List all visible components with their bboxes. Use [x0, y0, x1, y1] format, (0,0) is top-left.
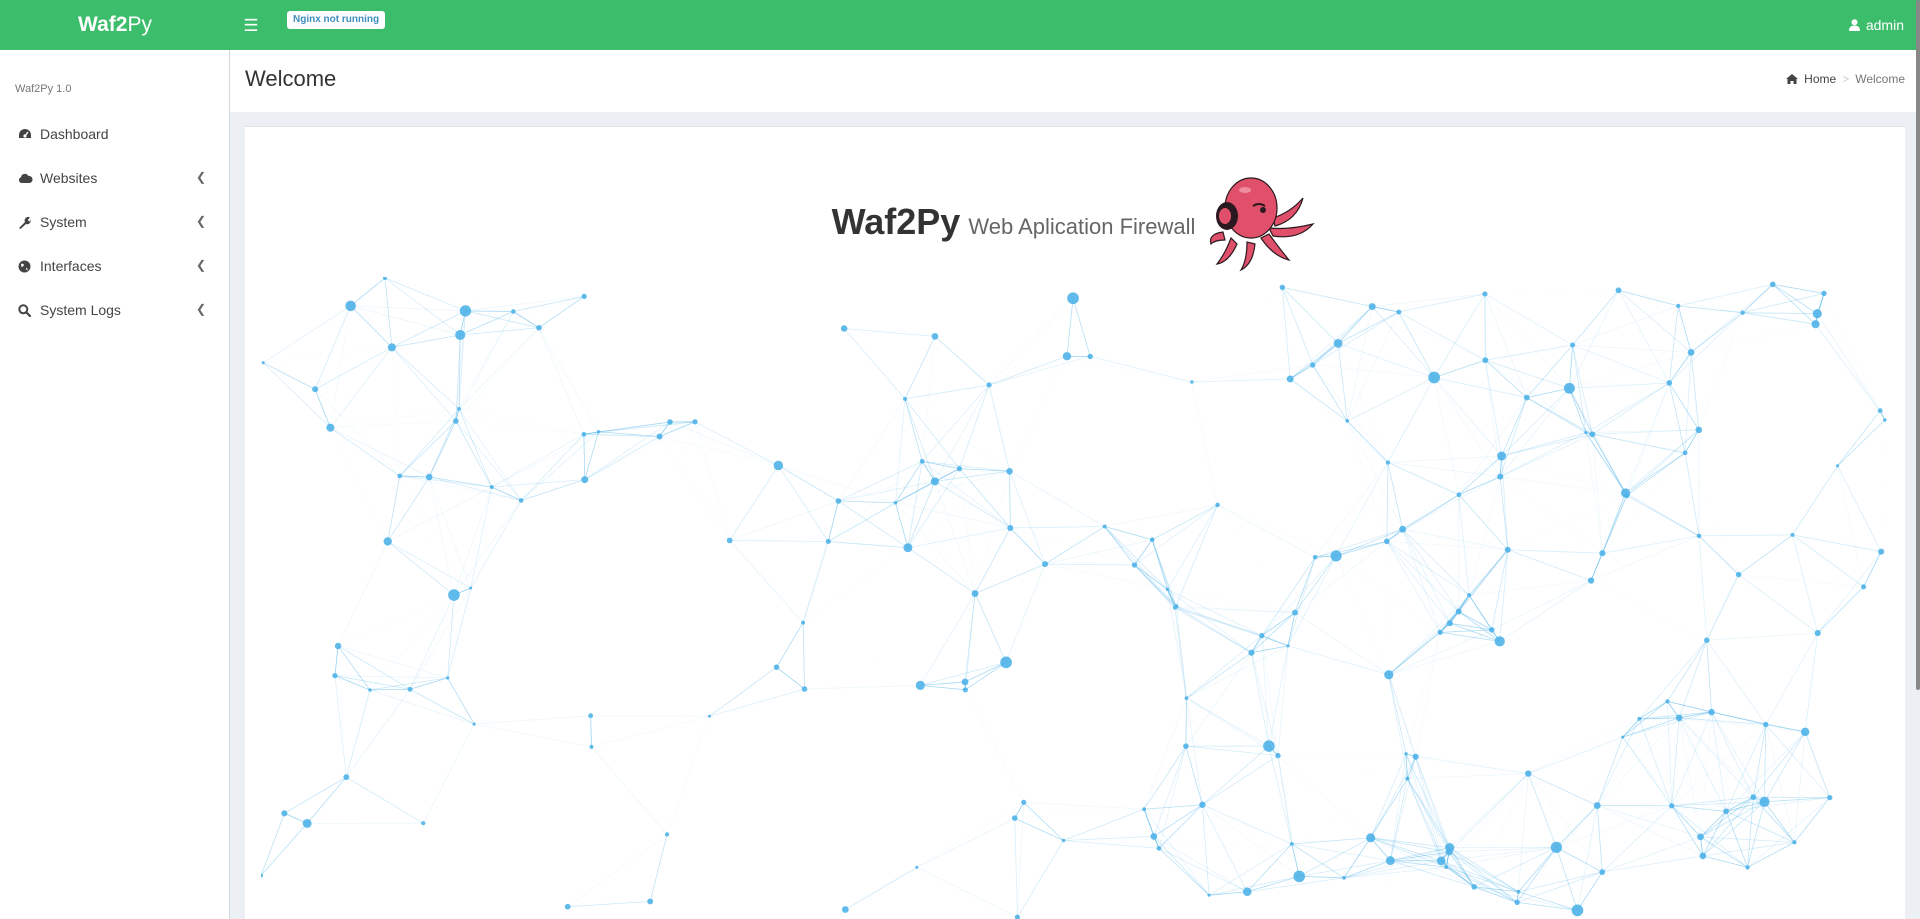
hero-banner: Waf2Py Web Aplication Firewall — [245, 167, 1905, 277]
sidebar-item-websites[interactable]: Websites ❮ — [0, 156, 229, 200]
network-lines — [261, 277, 1886, 918]
user-menu[interactable]: admin — [1848, 0, 1904, 50]
sidebar-item-interfaces[interactable]: Interfaces ❮ — [0, 244, 229, 288]
breadcrumb-current: Welcome — [1855, 72, 1905, 86]
sidebar-item-system[interactable]: System ❮ — [0, 200, 229, 244]
globe-icon — [18, 260, 40, 273]
hero-subtitle: Web Aplication Firewall — [968, 214, 1196, 239]
breadcrumb: Home > Welcome — [1786, 72, 1905, 86]
sidebar-item-label: System Logs — [40, 302, 121, 318]
home-icon — [1786, 74, 1799, 84]
octopus-mascot-icon — [1210, 177, 1316, 272]
sidebar-item-dashboard[interactable]: Dashboard — [0, 112, 229, 156]
user-icon — [1848, 19, 1860, 31]
cloud-icon — [18, 173, 40, 184]
sidebar-item-system-logs[interactable]: System Logs ❮ — [0, 288, 229, 332]
top-navbar: Waf2Py ☰ Nginx not running admin — [0, 0, 1920, 50]
user-name: admin — [1865, 17, 1904, 33]
network-nodes — [261, 277, 1887, 919]
welcome-box: Waf2Py Web Aplication Firewall — [245, 126, 1905, 919]
breadcrumb-separator: > — [1842, 72, 1850, 86]
sidebar-item-label: Dashboard — [40, 126, 109, 142]
page-title: Welcome — [245, 66, 337, 91]
search-icon — [18, 303, 40, 317]
wrench-icon — [18, 216, 40, 229]
chevron-left-icon: ❮ — [195, 170, 207, 184]
sidebar-item-label: Websites — [40, 170, 98, 186]
page-scrollbar[interactable] — [1916, 0, 1920, 690]
sidebar-menu: Dashboard Websites ❮ System ❮ Interfaces… — [0, 112, 229, 332]
content-header: Welcome Home > Welcome — [230, 50, 1920, 112]
app-logo[interactable]: Waf2Py — [0, 0, 230, 50]
version-label: Waf2Py 1.0 — [15, 83, 72, 95]
sidebar-item-label: Interfaces — [40, 258, 102, 274]
network-graph-background — [261, 277, 1887, 919]
sidebar: Waf2Py 1.0 Dashboard Websites ❮ System ❮ — [0, 50, 230, 919]
hero-title: Waf2Py — [831, 201, 961, 242]
sidebar-item-label: System — [40, 214, 87, 230]
sidebar-toggle-icon[interactable]: ☰ — [240, 15, 262, 37]
chevron-left-icon: ❮ — [195, 302, 207, 316]
chevron-left-icon: ❮ — [195, 214, 207, 228]
breadcrumb-home-link[interactable]: Home — [1804, 72, 1836, 86]
nginx-status-badge: Nginx not running — [287, 11, 386, 29]
dashboard-icon — [18, 128, 40, 140]
chevron-left-icon: ❮ — [195, 258, 207, 272]
